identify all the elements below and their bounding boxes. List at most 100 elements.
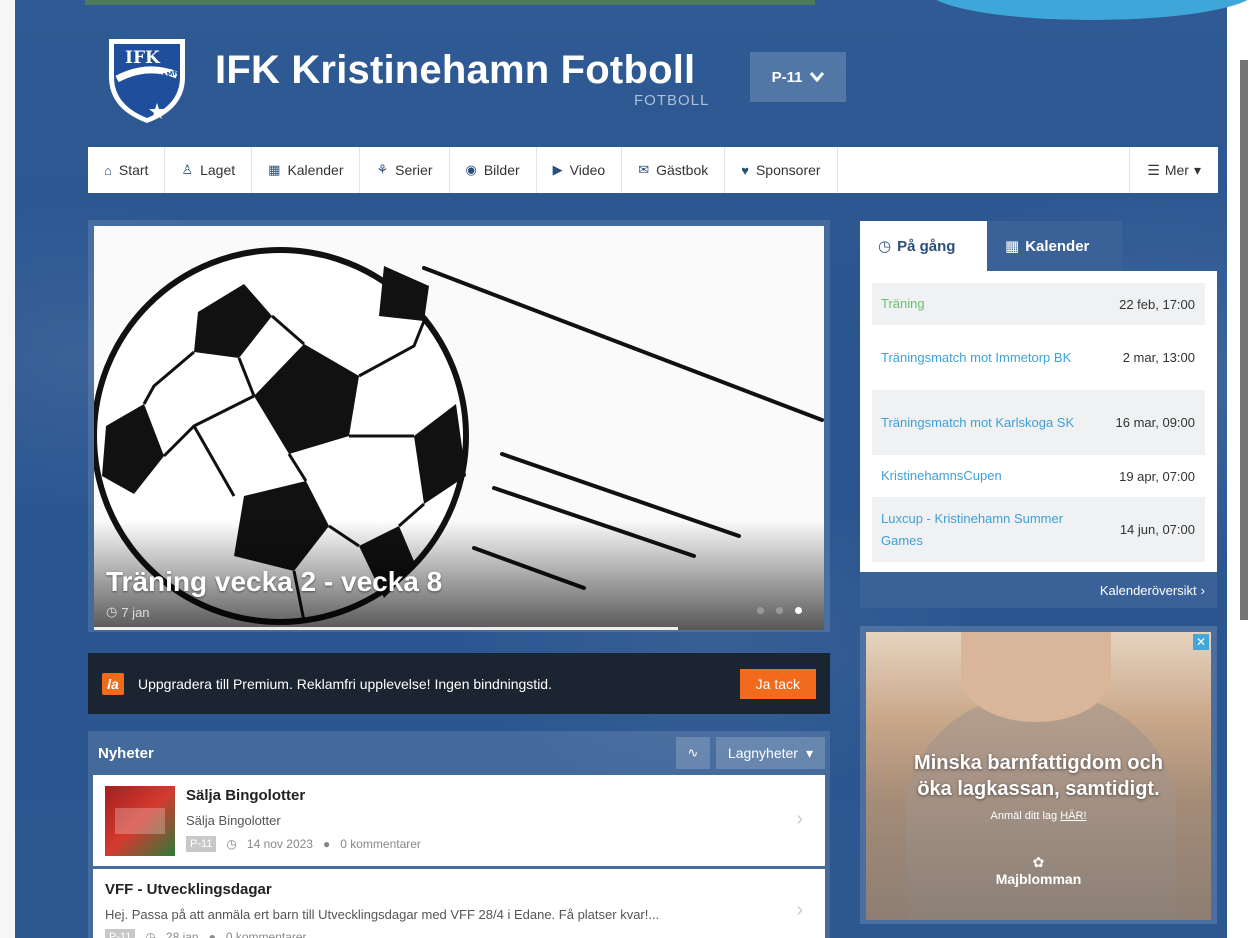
ad-image[interactable]: ✕ Minska barnfattigdom och öka lagkassan… [866, 632, 1211, 920]
news-panel: Nyheter ∿ Lagnyheter ▾ Sälja Bingolotter… [88, 731, 830, 938]
event-name: Träning [881, 296, 925, 311]
tab-pa-gang[interactable]: ◷ På gång [860, 221, 987, 271]
window-edge [927, 0, 1252, 938]
nav-label: Serier [395, 162, 433, 178]
close-icon[interactable]: ✕ [1193, 634, 1209, 650]
news-item-comments: 0 kommentarer [340, 837, 421, 851]
chevron-right-icon: › [1200, 582, 1205, 598]
team-tag: P-11 [105, 929, 136, 938]
event-name: Träningsmatch mot Karlskoga SK [881, 414, 1075, 430]
premium-text: Uppgradera till Premium. Reklamfri upple… [138, 675, 552, 692]
tab-label: På gång [897, 237, 956, 255]
comment-icon: ● [322, 837, 331, 851]
hamburger-icon: ☰ [1147, 161, 1160, 178]
news-item-desc: Sälja Bingolotter [186, 813, 281, 828]
slide-progress-bar [94, 627, 678, 630]
slider-dot-active[interactable] [795, 607, 802, 614]
news-item-desc: Hej. Passa på att anmäla ert barn till U… [105, 907, 660, 922]
news-item-meta: P-11 ◷ 14 nov 2023 ● 0 kommentarer [186, 836, 421, 852]
event-date: 19 apr, 07:00 [1119, 468, 1195, 484]
nav-item-video[interactable]: ▶ Video [537, 147, 623, 193]
nav-item-laget[interactable]: ♙ Laget [165, 147, 253, 193]
calendar-icon: ▦ [268, 162, 281, 177]
nav-item-start[interactable]: ⌂ Start [88, 147, 166, 193]
news-item-title: VFF - Utvecklingsdagar [105, 881, 272, 898]
nav-label: Kalender [287, 162, 344, 178]
news-item-date: 14 nov 2023 [246, 837, 313, 851]
ad-banner: ✕ Minska barnfattigdom och öka lagkassan… [860, 626, 1217, 924]
event-row[interactable]: Träningsmatch mot Karlskoga SK 16 mar, 0… [872, 390, 1205, 455]
team-selector-label: P-11 [771, 68, 803, 86]
ad-cta-link[interactable]: HÄR! [1060, 810, 1086, 822]
news-title: Nyheter [98, 744, 154, 762]
event-date: 14 jun, 07:00 [1119, 522, 1195, 537]
nav-label: Sponsorer [755, 162, 821, 178]
chevron-right-icon: › [796, 808, 803, 830]
svg-text:IFK: IFK [125, 48, 161, 68]
comment-icon: ● [208, 930, 216, 938]
tab-kalender[interactable]: ▦ Kalender [987, 221, 1122, 271]
slide[interactable]: Träning vecka 2 - vecka 8 ◷ 7 jan [94, 226, 824, 630]
heart-icon: ♥ [741, 162, 749, 178]
news-item-comments: 0 kommentarer [225, 930, 307, 938]
video-icon: ▶ [552, 162, 563, 177]
news-filter-label: Lagnyheter [727, 745, 798, 761]
nav-label: Video [569, 162, 606, 178]
ad-brand: ✿ Majblomman [866, 854, 1211, 887]
event-date: 2 mar, 13:00 [1122, 350, 1195, 365]
news-item[interactable]: Sälja Bingolotter Sälja Bingolotter P-11… [93, 775, 825, 866]
clock-icon: ◷ [226, 837, 237, 851]
slider-dot[interactable] [776, 607, 783, 614]
caret-down-icon: ▾ [805, 744, 813, 761]
chevron-right-icon: › [796, 899, 803, 921]
club-logo[interactable]: IFK KRISTINEHAMN [105, 33, 189, 125]
sidebar-tabs: ◷ På gång ▦ Kalender [860, 221, 1122, 271]
nav-more-menu[interactable]: ☰ Mer ▾ [1129, 147, 1218, 193]
slide-date-text: 7 jan [121, 604, 150, 620]
news-item-title: Sälja Bingolotter [186, 787, 306, 804]
nav-item-bilder[interactable]: ◉ Bilder [450, 147, 537, 193]
calendar-overview-link[interactable]: Kalenderöversikt › [860, 572, 1217, 608]
news-filter-dropdown[interactable]: Lagnyheter ▾ [715, 737, 825, 769]
nav-label: Bilder [483, 162, 520, 178]
slide-title[interactable]: Träning vecka 2 - vecka 8 [106, 566, 442, 598]
site-header: IFK KRISTINEHAMN IFK Kristinehamn Fotbol… [88, 30, 1218, 140]
news-slider: Träning vecka 2 - vecka 8 ◷ 7 jan [88, 220, 830, 632]
news-item-date: 28 jan [165, 930, 199, 938]
event-name: KristinehamnsCupen [881, 468, 1002, 483]
nav-label: Gästbok [656, 162, 709, 178]
team-selector[interactable]: P-11 [750, 52, 846, 102]
team-tag: P-11 [186, 836, 217, 852]
nav-label: Laget [200, 162, 236, 178]
news-item[interactable]: VFF - Utvecklingsdagar Hej. Passa på att… [93, 869, 825, 938]
ad-cta: Anmäl ditt lag HÄR! [866, 810, 1211, 822]
nav-item-kalender[interactable]: ▦ Kalender [252, 147, 361, 193]
event-row[interactable]: Träningsmatch mot Immetorp BK 2 mar, 13:… [872, 325, 1205, 390]
nav-item-sponsorer[interactable]: ♥ Sponsorer [725, 147, 838, 193]
nav-item-gastbok[interactable]: ✉ Gästbok [622, 147, 726, 193]
club-title[interactable]: IFK Kristinehamn Fotboll [215, 48, 695, 93]
calendar-overview-label: Kalenderöversikt [1099, 582, 1197, 598]
event-row[interactable]: Luxcup - Kristinehamn Summer Games 14 ju… [872, 497, 1205, 562]
ad-cta-text: Anmäl ditt lag [990, 810, 1058, 822]
nav-item-serier[interactable]: ⚘ Serier [360, 147, 450, 193]
news-item-meta: P-11 ◷ 28 jan ● 0 kommentarer [105, 929, 307, 938]
clock-icon: ◷ [878, 238, 892, 255]
clock-icon: ◷ [145, 930, 156, 938]
tab-label: Kalender [1025, 237, 1090, 255]
rss-icon[interactable]: ∿ [675, 737, 710, 769]
calendar-icon: ▦ [1005, 238, 1020, 255]
user-icon: ♙ [181, 162, 194, 177]
flower-icon: ✿ [1032, 854, 1045, 870]
home-icon: ⌂ [104, 162, 112, 178]
slide-date: ◷ 7 jan [106, 604, 150, 620]
upcoming-events: Träning 22 feb, 17:00 Träningsmatch mot … [860, 271, 1217, 572]
scrollbar[interactable] [1240, 60, 1248, 620]
premium-accept-button[interactable]: Ja tack [739, 668, 816, 699]
event-row[interactable]: Träning 22 feb, 17:00 [872, 283, 1205, 325]
slider-dot[interactable] [757, 607, 764, 614]
event-name: Träningsmatch mot Immetorp BK [881, 349, 1072, 365]
event-row[interactable]: KristinehamnsCupen 19 apr, 07:00 [872, 455, 1205, 497]
ad-headline: Minska barnfattigdom och öka lagkassan, … [866, 750, 1211, 802]
event-date: 16 mar, 09:00 [1115, 415, 1196, 430]
